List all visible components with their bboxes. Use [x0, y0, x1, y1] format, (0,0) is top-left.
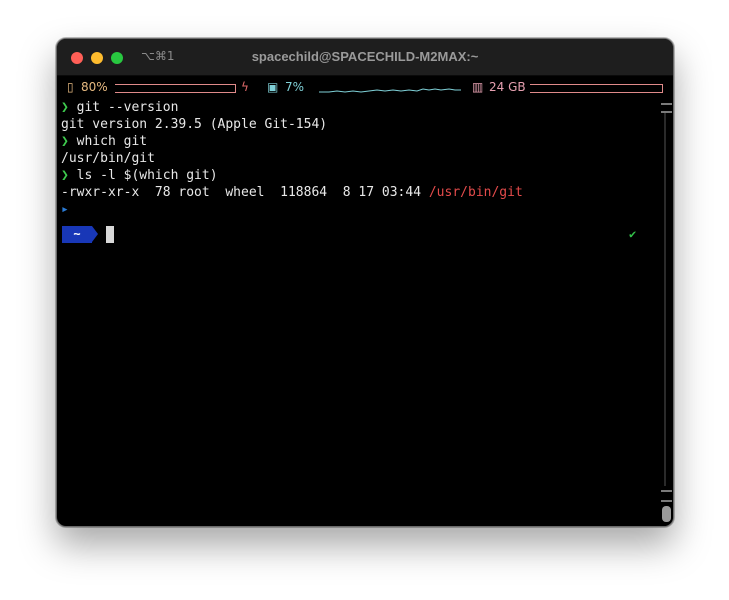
memory-icon: ▥: [472, 80, 484, 94]
prompt-symbol: ❯: [61, 100, 69, 115]
status-check-icon: ✔: [629, 227, 637, 241]
output-text: /usr/bin/git: [61, 151, 155, 166]
battery-percent: 80%: [81, 80, 108, 94]
transient-prompt-marker: ▸: [61, 202, 69, 217]
cwd-segment: ~: [62, 226, 92, 243]
memory-gauge: [530, 84, 663, 93]
title-bar[interactable]: ⌥⌘1 spacechild@SPACECHILD-M2MAX:~: [57, 39, 673, 76]
status-bar: ▯ 80% ϟ ▣ 7% ▥ 24 GB: [57, 75, 673, 99]
battery-icon: ▯: [67, 80, 74, 94]
cpu-chip-icon: ▣: [267, 80, 279, 94]
terminal-line: ▸: [61, 201, 657, 218]
output-text: -rwxr-xr-x 78 root wheel 118864 8 17 03:…: [61, 185, 429, 200]
terminal-output[interactable]: ❯ git --version git version 2.39.5 (Appl…: [61, 99, 657, 252]
command-text: git --version: [68, 100, 179, 115]
highlighted-path: /usr/bin/git: [428, 185, 523, 200]
command-text: which git: [68, 134, 148, 149]
terminal-line: -rwxr-xr-x 78 root wheel 118864 8 17 03:…: [61, 184, 657, 201]
terminal-line: ❯ ls -l $(which git): [61, 167, 657, 184]
terminal-window: ⌥⌘1 spacechild@SPACECHILD-M2MAX:~ ▯ 80% …: [56, 38, 674, 527]
current-prompt[interactable]: ~ ✔: [61, 218, 657, 252]
terminal-line: ❯ which git: [61, 133, 657, 150]
text-cursor: [106, 226, 114, 243]
scrollbar[interactable]: [659, 99, 673, 526]
cpu-percent: 7%: [285, 80, 305, 94]
cpu-sparkline: [319, 88, 461, 93]
terminal-line: ❯ git --version: [61, 99, 657, 116]
terminal-line: /usr/bin/git: [61, 150, 657, 167]
terminal-line: git version 2.39.5 (Apple Git-154): [61, 116, 657, 133]
command-text: ls -l $(which git): [68, 168, 218, 183]
window-title: spacechild@SPACECHILD-M2MAX:~: [251, 49, 479, 64]
battery-gauge: [115, 84, 236, 93]
cwd-segment-arrow: [92, 226, 98, 242]
memory-usage: 24 GB: [489, 80, 526, 94]
output-text: git version 2.39.5 (Apple Git-154): [61, 117, 328, 132]
scroll-down-marker[interactable]: [661, 490, 672, 502]
scroll-up-marker[interactable]: [661, 103, 672, 113]
bolt-icon: ϟ: [241, 80, 249, 94]
scrollbar-track[interactable]: [664, 113, 666, 486]
prompt-symbol: ❯: [61, 134, 69, 149]
prompt-symbol: ❯: [61, 168, 69, 183]
scrollbar-thumb[interactable]: [662, 506, 671, 522]
